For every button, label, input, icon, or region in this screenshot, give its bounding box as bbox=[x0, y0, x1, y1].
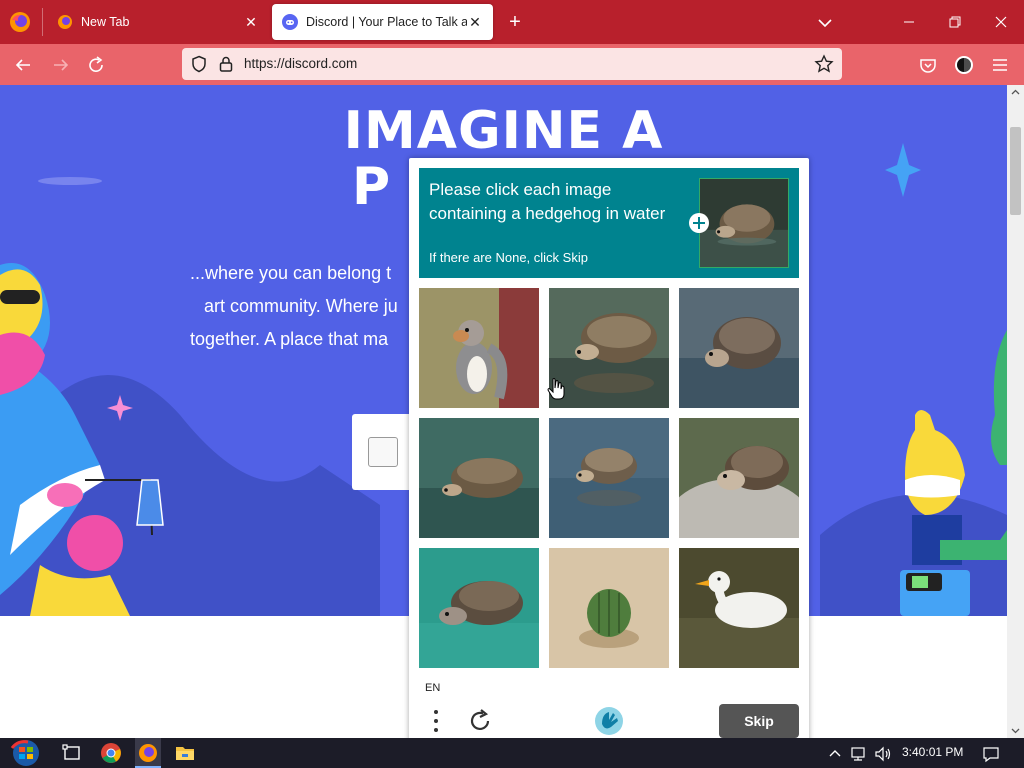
captcha-subprompt: If there are None, click Skip bbox=[429, 250, 588, 265]
captcha-header: Please click each image containing a hed… bbox=[419, 168, 799, 278]
hedgehog-water-image[interactable] bbox=[549, 288, 669, 408]
task-view-icon[interactable] bbox=[60, 741, 84, 765]
scroll-up-arrow-icon[interactable] bbox=[1011, 88, 1020, 97]
lock-icon[interactable] bbox=[218, 55, 234, 73]
scrollbar-thumb[interactable] bbox=[1010, 127, 1021, 215]
browser-tab-bar: New Tab ✕ Discord | Your Place to Talk a… bbox=[0, 0, 1024, 44]
duck-image[interactable] bbox=[679, 548, 799, 668]
captcha-prompt: Please click each image containing a hed… bbox=[429, 180, 666, 223]
forward-icon[interactable] bbox=[50, 54, 72, 76]
hedgehog-water-image[interactable] bbox=[549, 418, 669, 538]
tab-separator bbox=[42, 8, 43, 36]
chevron-down-icon[interactable] bbox=[814, 12, 836, 34]
cactus-sand-image[interactable] bbox=[549, 548, 669, 668]
bookmark-star-icon[interactable] bbox=[814, 54, 834, 74]
firefox-icon[interactable] bbox=[9, 11, 31, 33]
more-options-icon[interactable] bbox=[429, 708, 443, 734]
close-tab-icon[interactable]: ✕ bbox=[467, 14, 483, 31]
language-selector[interactable]: EN bbox=[425, 682, 440, 694]
start-button-icon[interactable] bbox=[8, 738, 44, 768]
scroll-down-arrow-icon[interactable] bbox=[1011, 726, 1020, 735]
hedgehog-water-image[interactable] bbox=[419, 418, 539, 538]
url-bar[interactable]: https://discord.com bbox=[182, 48, 842, 80]
hedgehog-rock-image[interactable] bbox=[679, 418, 799, 538]
reload-icon[interactable] bbox=[85, 54, 107, 76]
minimize-icon[interactable] bbox=[899, 12, 919, 32]
back-icon[interactable] bbox=[12, 54, 34, 76]
captcha-challenge: Please click each image containing a hed… bbox=[409, 158, 809, 748]
restore-icon[interactable] bbox=[945, 12, 965, 32]
notification-icon[interactable] bbox=[982, 745, 1000, 763]
tab-discord[interactable]: Discord | Your Place to Talk and ✕ bbox=[272, 4, 493, 40]
firefox-taskbar-icon[interactable] bbox=[135, 738, 161, 768]
example-hedgehog-image[interactable] bbox=[699, 178, 789, 268]
tab-label: New Tab bbox=[81, 15, 130, 29]
menu-icon[interactable] bbox=[989, 54, 1011, 76]
hedgehog-water-image[interactable] bbox=[679, 288, 799, 408]
account-icon[interactable] bbox=[953, 54, 975, 76]
volume-icon[interactable] bbox=[874, 745, 892, 763]
page-scrollbar[interactable] bbox=[1007, 85, 1024, 738]
file-explorer-icon[interactable] bbox=[173, 741, 197, 765]
tab-new-tab[interactable]: New Tab ✕ bbox=[47, 4, 269, 40]
discord-icon bbox=[282, 14, 298, 30]
close-window-icon[interactable] bbox=[991, 12, 1011, 32]
url-text[interactable]: https://discord.com bbox=[244, 56, 357, 71]
taskbar-clock[interactable]: 3:40:01 PM bbox=[902, 745, 963, 759]
tab-label: Discord | Your Place to Talk and bbox=[306, 15, 467, 29]
verification-checkbox[interactable] bbox=[368, 437, 398, 467]
hcaptcha-logo-icon bbox=[595, 707, 623, 735]
chevron-up-icon[interactable] bbox=[826, 745, 844, 763]
pocket-icon[interactable] bbox=[917, 54, 939, 76]
zoom-plus-icon[interactable] bbox=[688, 212, 710, 234]
firefox-icon bbox=[58, 15, 72, 29]
skip-button[interactable]: Skip bbox=[719, 704, 799, 738]
network-icon[interactable] bbox=[850, 745, 868, 763]
close-tab-icon[interactable]: ✕ bbox=[243, 14, 259, 31]
shield-icon[interactable] bbox=[190, 55, 208, 73]
captcha-image-grid bbox=[419, 288, 799, 668]
windows-taskbar: 3:40:01 PM bbox=[0, 738, 1024, 768]
squirrel-image[interactable] bbox=[419, 288, 539, 408]
hedgehog-water-image[interactable] bbox=[419, 548, 539, 668]
refresh-icon[interactable] bbox=[467, 708, 493, 734]
new-tab-button[interactable]: + bbox=[502, 10, 528, 36]
hand-cursor-icon bbox=[547, 378, 565, 400]
chrome-icon[interactable] bbox=[99, 741, 123, 765]
